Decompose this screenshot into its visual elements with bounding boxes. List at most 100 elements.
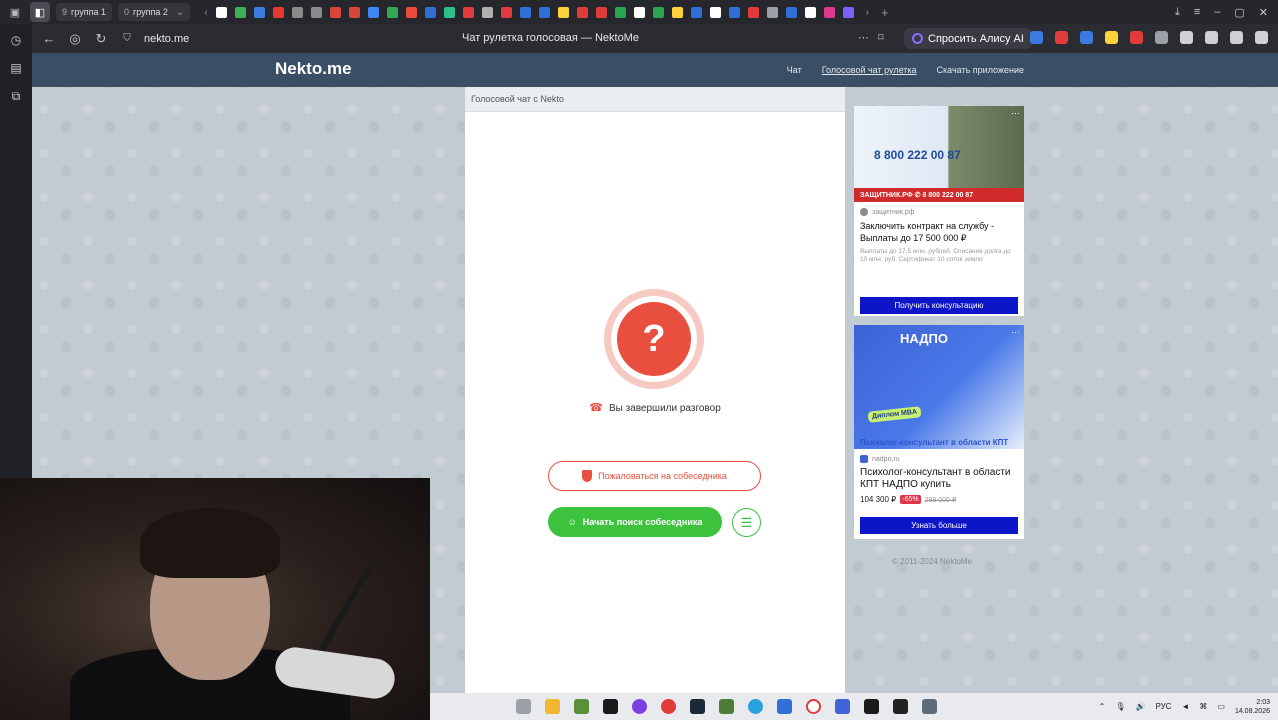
menu-icon[interactable]: ≡ — [1194, 6, 1200, 18]
tab-favicon[interactable] — [291, 6, 303, 18]
workspaces-icon[interactable]: ▣ — [5, 2, 25, 22]
extension-icon[interactable] — [1155, 31, 1168, 44]
app-icon[interactable] — [661, 699, 676, 714]
tab-favicon[interactable] — [367, 6, 379, 18]
tab-group-1[interactable]: 9 группа 1 — [56, 3, 112, 21]
extension-icon[interactable] — [1105, 31, 1118, 44]
report-button[interactable]: Пожаловаться на собеседника — [548, 461, 761, 491]
tab-favicon[interactable] — [405, 6, 417, 18]
language-indicator[interactable]: РУС — [1155, 702, 1171, 711]
tab-favicon[interactable] — [823, 6, 835, 18]
clock[interactable]: 2:03 14.08.2026 — [1235, 698, 1270, 716]
history-icon[interactable]: ◷ — [8, 32, 24, 48]
tab-favicon[interactable] — [481, 6, 493, 18]
tab-favicon[interactable] — [519, 6, 531, 18]
chevron-right-icon[interactable]: › — [866, 7, 869, 18]
tab-favicon[interactable] — [595, 6, 607, 18]
close-icon[interactable]: ✕ — [1259, 6, 1268, 19]
nav-link-voice-chat[interactable]: Голосовой чат рулетка — [822, 65, 917, 75]
tab-favicon[interactable] — [766, 6, 778, 18]
screenshot-icon[interactable]: ⧉ — [8, 88, 24, 104]
app-icon[interactable] — [632, 699, 647, 714]
tab-group-2[interactable]: 0 группа 2 ⌄ — [117, 3, 191, 21]
task-view-icon[interactable] — [516, 699, 531, 714]
media-icon[interactable]: ▤ — [8, 60, 24, 76]
tab-favicon[interactable] — [804, 6, 816, 18]
tab-favicon[interactable] — [614, 6, 626, 18]
site-logo[interactable]: Nekto.me — [275, 59, 352, 79]
ad-cta-button[interactable]: Получить консультацию — [860, 297, 1018, 314]
tab-favicon[interactable] — [443, 6, 455, 18]
app-icon[interactable] — [835, 699, 850, 714]
chevron-down-icon[interactable]: ⌄ — [176, 7, 184, 18]
tab-favicon[interactable] — [652, 6, 664, 18]
speaker-icon[interactable]: ◄ — [1181, 702, 1189, 711]
reload-icon[interactable]: ↻ — [92, 31, 110, 47]
app-icon[interactable] — [719, 699, 734, 714]
telegram-icon[interactable] — [748, 699, 763, 714]
app-icon[interactable] — [603, 699, 618, 714]
tab-favicon[interactable] — [842, 6, 854, 18]
ad-cta-button[interactable]: Узнать больше — [860, 517, 1018, 534]
ad-more-icon[interactable]: ⋯ — [1011, 108, 1020, 119]
ad-title[interactable]: Психолог-консультант в области КПТ НАДПО… — [860, 467, 1018, 491]
app-icon[interactable] — [574, 699, 589, 714]
tab-favicon[interactable] — [215, 6, 227, 18]
tab-favicon[interactable] — [500, 6, 512, 18]
tab-favicon[interactable] — [785, 6, 797, 18]
tab-favicon[interactable] — [329, 6, 341, 18]
more-icon[interactable]: ⋯ — [858, 31, 869, 44]
tab-favicon[interactable] — [538, 6, 550, 18]
ad-banner-1[interactable]: 8 800 222 00 87 ⋯ ЗАЩИТНИК.РФ ✆ 8 800 22… — [854, 106, 1024, 316]
battery-icon[interactable]: ▭ — [1217, 702, 1225, 711]
file-explorer-icon[interactable] — [545, 699, 560, 714]
tab-favicon[interactable] — [253, 6, 265, 18]
minimize-icon[interactable]: – — [1214, 6, 1220, 18]
ad-more-icon[interactable]: ⋯ — [1011, 327, 1020, 338]
tab-favicon[interactable] — [728, 6, 740, 18]
start-search-button[interactable]: ☺ Начать поиск собеседника — [548, 507, 722, 537]
microphone-icon[interactable]: 🎙 — [1115, 702, 1125, 711]
extension-icon[interactable] — [1030, 31, 1043, 44]
tab-favicon[interactable] — [310, 6, 322, 18]
volume-icon[interactable]: 🔊 — [1135, 702, 1145, 711]
tab-favicon[interactable] — [348, 6, 360, 18]
browser-icon[interactable] — [806, 699, 821, 714]
alice-button[interactable]: Спросить Алису AI — [904, 28, 1032, 49]
extension-icon[interactable] — [1055, 31, 1068, 44]
app-icon[interactable] — [777, 699, 792, 714]
app-icon[interactable] — [893, 699, 908, 714]
extension-icon[interactable] — [1255, 31, 1268, 44]
extension-icon[interactable] — [1205, 31, 1218, 44]
extension-icon[interactable] — [1130, 31, 1143, 44]
url-field[interactable]: nekto.me — [144, 33, 189, 45]
extension-icon[interactable] — [1180, 31, 1193, 44]
tab-favicon[interactable] — [424, 6, 436, 18]
extension-icon[interactable] — [1230, 31, 1243, 44]
tab-favicon[interactable] — [709, 6, 721, 18]
extension-icon[interactable] — [1080, 31, 1093, 44]
tab-favicon[interactable] — [690, 6, 702, 18]
maximize-icon[interactable]: ▢ — [1234, 6, 1244, 19]
new-tab-icon[interactable]: + — [881, 5, 889, 20]
tab-favicon[interactable] — [633, 6, 645, 18]
tab-favicon[interactable] — [234, 6, 246, 18]
network-icon[interactable]: ⌘ — [1199, 702, 1207, 711]
steam-icon[interactable] — [690, 699, 705, 714]
settings-gear-icon[interactable] — [922, 699, 937, 714]
ad-title[interactable]: Заключить контракт на службу - Выплаты д… — [860, 220, 1018, 244]
ad-banner-2[interactable]: НАДПО ⋯ Диплом MBA Психолог-консультант … — [854, 325, 1024, 539]
app-icon[interactable] — [864, 699, 879, 714]
shield-icon[interactable]: ⛉ — [118, 33, 136, 44]
search-settings-button[interactable]: ☰ — [732, 508, 761, 537]
tab-favicon[interactable] — [557, 6, 569, 18]
tab-favicon[interactable] — [576, 6, 588, 18]
nav-link-chat[interactable]: Чат — [787, 65, 802, 75]
download-icon[interactable]: ⤓ — [1175, 6, 1180, 19]
tab-favicon[interactable] — [386, 6, 398, 18]
tab-favicon[interactable] — [272, 6, 284, 18]
tab-favicon[interactable] — [747, 6, 759, 18]
protect-icon[interactable]: ◎ — [66, 31, 84, 47]
back-arrow-icon[interactable]: ← — [40, 31, 58, 46]
chevron-left-icon[interactable]: ‹ — [204, 7, 207, 18]
